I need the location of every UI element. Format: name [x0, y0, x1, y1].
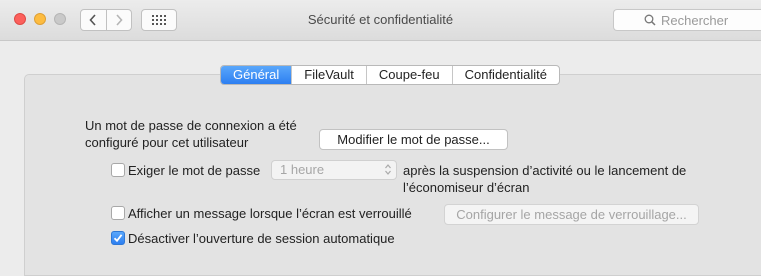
tab-bar: Général FileVault Coupe-feu Confidential…	[220, 65, 560, 85]
show-message-label: Afficher un message lorsque l’écran est …	[128, 206, 412, 221]
tab-filevault[interactable]: FileVault	[291, 66, 366, 84]
password-status-text: Un mot de passe de connexion a été confi…	[85, 118, 297, 150]
password-delay-select: 1 heure	[271, 160, 397, 180]
updown-chevron-icon	[384, 163, 392, 181]
password-delay-value: 1 heure	[280, 162, 325, 177]
search-field[interactable]	[613, 9, 761, 31]
modify-password-button[interactable]: Modifier le mot de passe...	[319, 129, 508, 150]
title-bar: Sécurité et confidentialité	[0, 0, 761, 41]
show-message-checkbox[interactable]	[111, 206, 125, 220]
require-password-after-text: après la suspension d’activité ou le lan…	[403, 163, 687, 195]
tab-general[interactable]: Général	[221, 66, 292, 84]
disable-autologin-checkbox[interactable]	[111, 231, 125, 245]
disable-autologin-label: Désactiver l’ouverture de session automa…	[128, 231, 395, 246]
search-input[interactable]	[661, 12, 761, 28]
require-password-label: Exiger le mot de passe	[128, 163, 261, 178]
tab-privacy[interactable]: Confidentialité	[451, 66, 559, 84]
tab-firewall[interactable]: Coupe-feu	[365, 66, 452, 84]
search-icon	[644, 14, 656, 26]
configure-lock-message-button: Configurer le message de verrouillage...	[444, 204, 699, 225]
require-password-checkbox[interactable]	[111, 163, 125, 177]
